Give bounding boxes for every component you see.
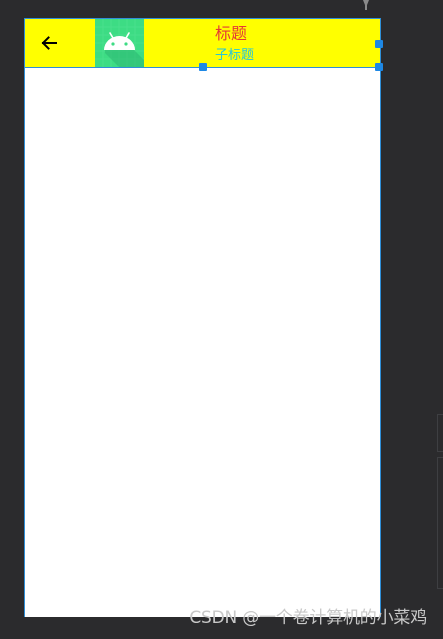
watermark: CSDN @一个卷计算机的小菜鸡 — [189, 608, 427, 628]
android-logo-icon — [95, 19, 144, 67]
device-preview[interactable]: 标题 子标题 — [24, 18, 383, 618]
resize-handle-bottom-right[interactable] — [375, 63, 383, 71]
side-panel-edge — [437, 414, 443, 452]
pin-icon — [363, 0, 369, 10]
app-logo — [95, 19, 144, 67]
side-panel-edge — [437, 457, 443, 589]
toolbar-title: 标题 — [215, 24, 248, 43]
toolbar[interactable]: 标题 子标题 — [25, 19, 383, 71]
back-arrow-icon[interactable] — [39, 33, 59, 53]
resize-handle-bottom[interactable] — [199, 63, 207, 71]
toolbar-subtitle: 子标题 — [215, 48, 255, 63]
resize-handle-right[interactable] — [375, 40, 383, 48]
layout-editor-canvas: 标题 子标题 CSDN @一个卷计算机的小菜鸡 — [0, 0, 443, 639]
